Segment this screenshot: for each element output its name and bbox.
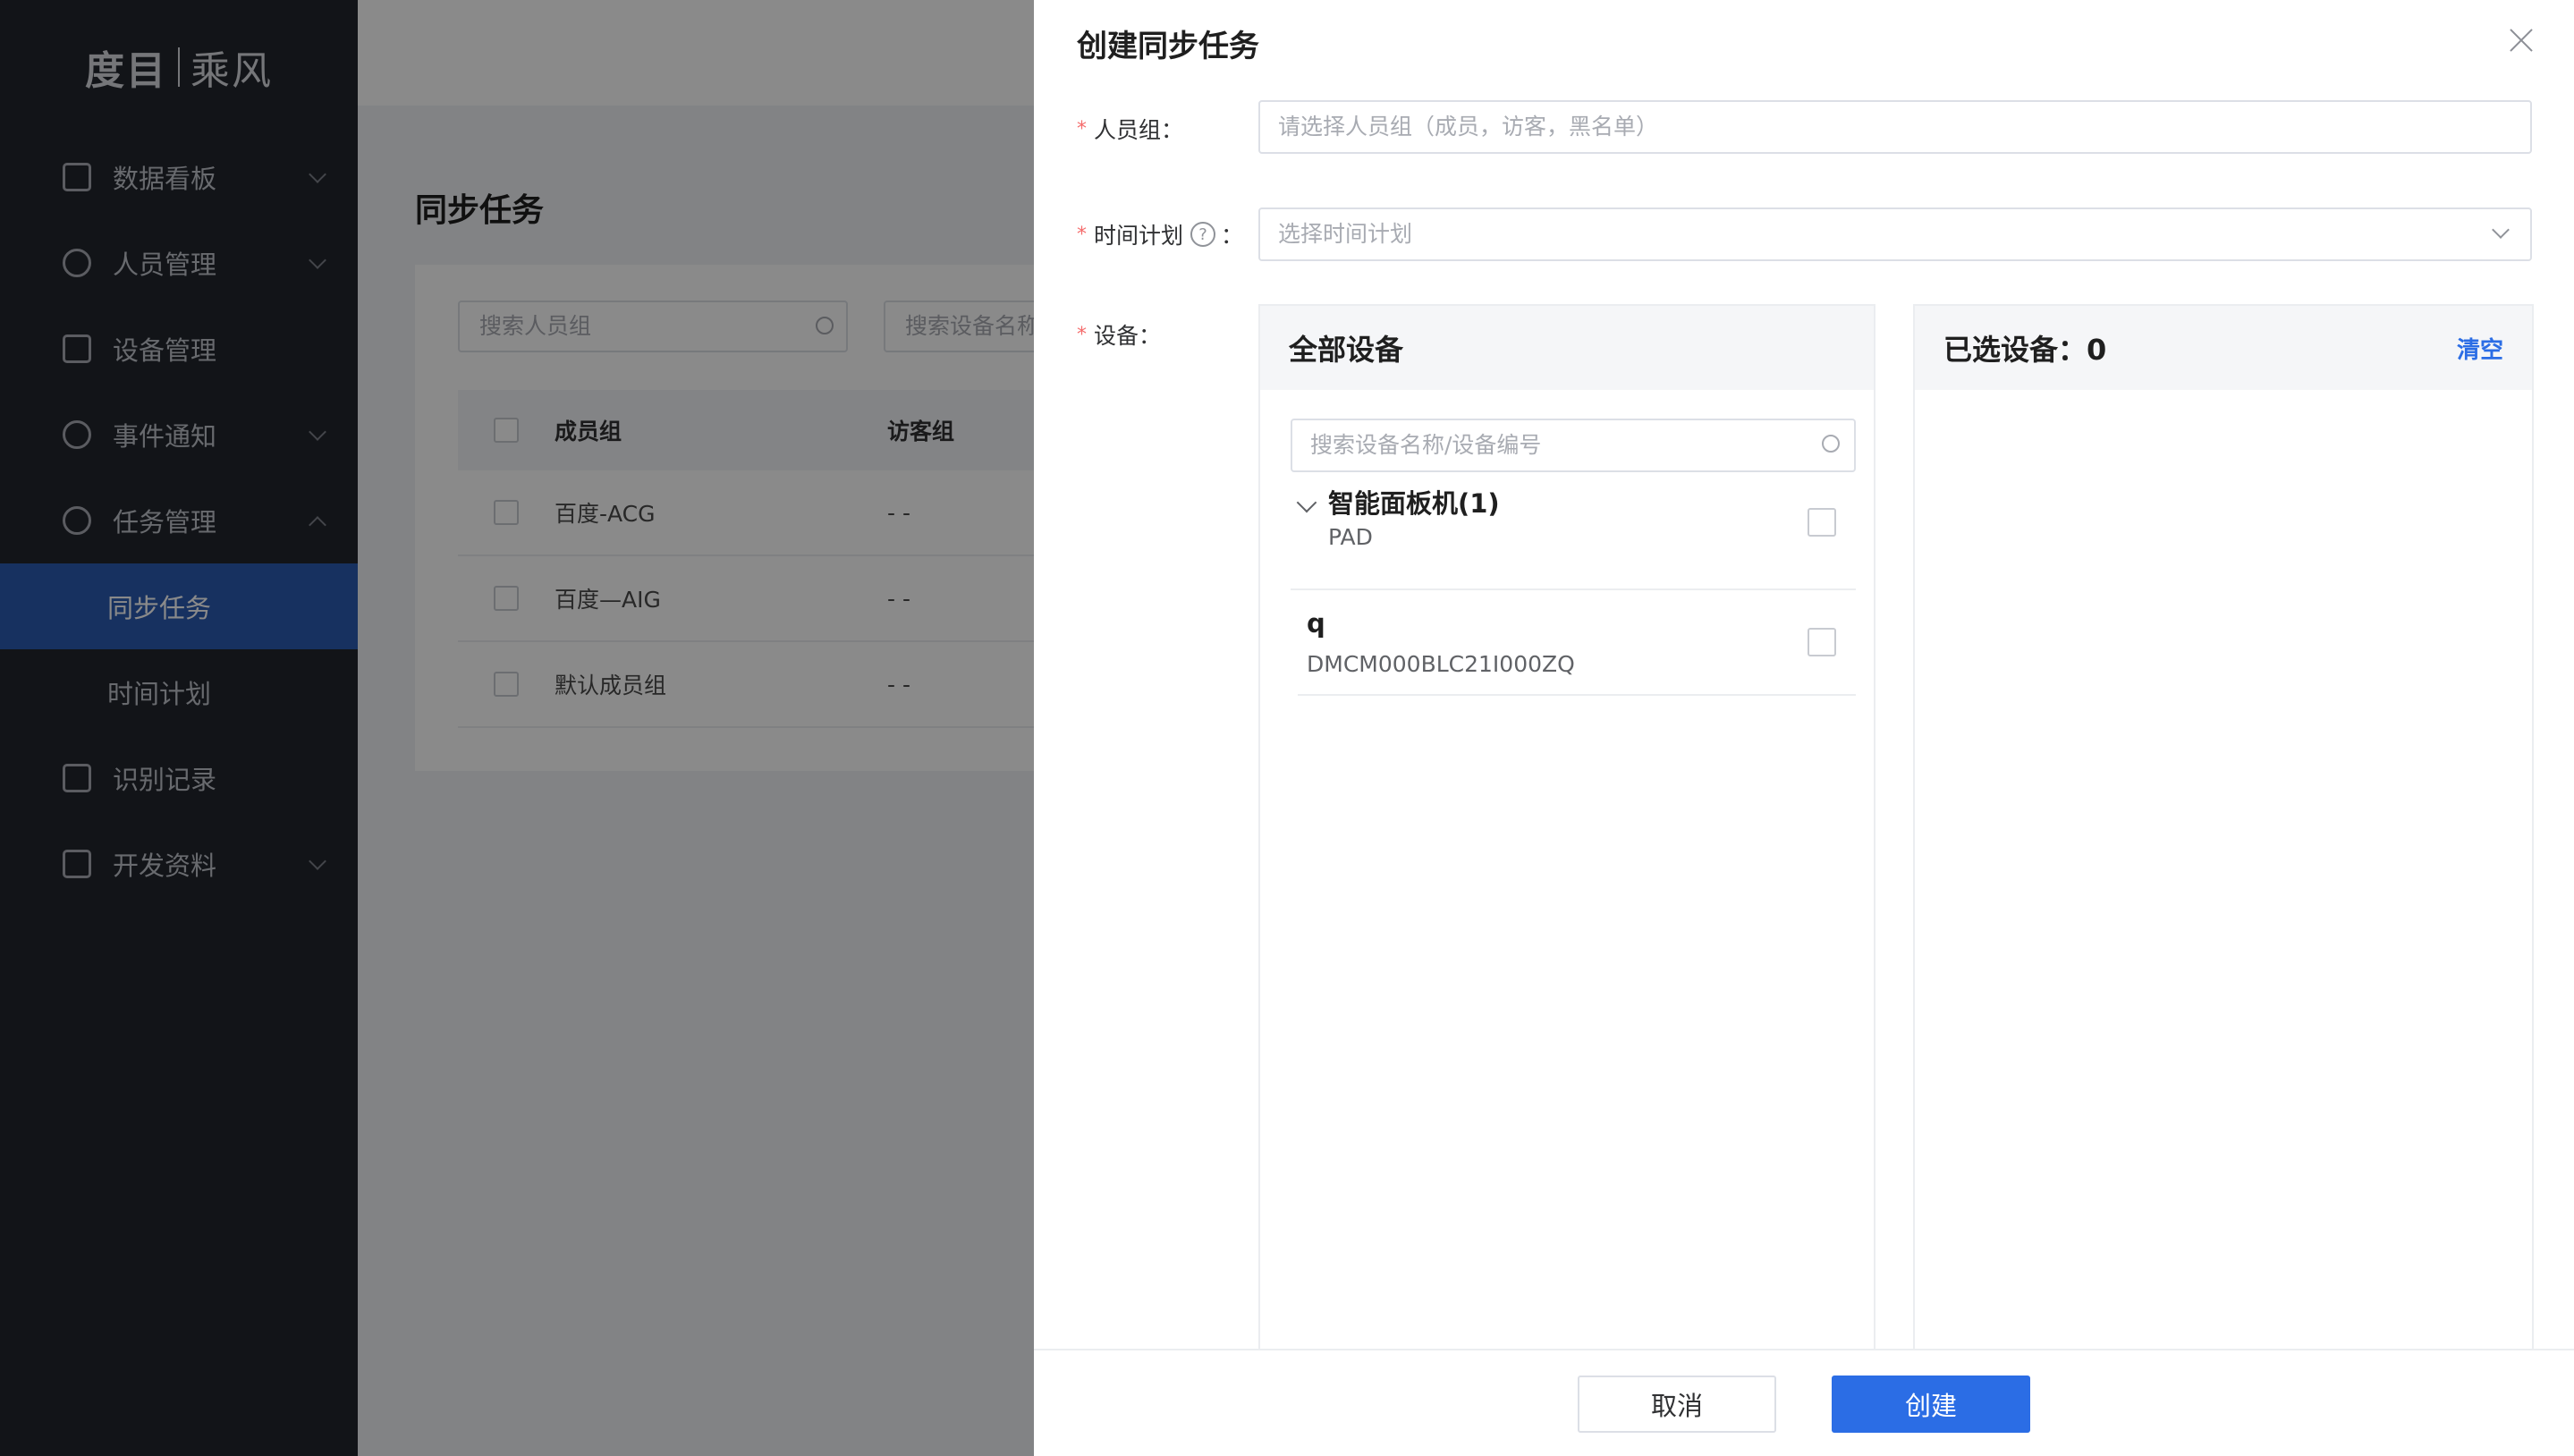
all-devices-header: 全部设备	[1260, 306, 1874, 390]
all-devices-title: 全部设备	[1289, 333, 1404, 367]
device-checkbox[interactable]	[1808, 628, 1836, 656]
all-devices-panel: 全部设备 搜索设备名称/设备编号 智能面板机(1) PAD q DMCM000B…	[1258, 304, 1875, 1350]
selected-devices-title: 已选设备：0	[1943, 333, 2107, 367]
person-group-placeholder: 请选择人员组（成员，访客，黑名单）	[1278, 114, 1659, 140]
close-icon[interactable]	[2506, 25, 2536, 55]
time-plan-label-text: 时间计划	[1094, 223, 1184, 249]
device-code: DMCM000BLC21I000ZQ	[1307, 651, 1575, 677]
person-group-label: * 人员组：	[1077, 113, 1183, 145]
device-group-checkbox[interactable]	[1808, 508, 1836, 537]
person-group-select[interactable]: 请选择人员组（成员，访客，黑名单）	[1258, 100, 2532, 154]
device-tree-group[interactable]: 智能面板机(1) PAD	[1291, 483, 1856, 590]
create-sync-task-drawer: 创建同步任务 * 人员组： 请选择人员组（成员，访客，黑名单） * 时间计划 ?…	[1034, 0, 2574, 1456]
device-search-input[interactable]: 搜索设备名称/设备编号	[1291, 419, 1856, 472]
chevron-down-icon[interactable]	[1296, 492, 1317, 513]
clear-button[interactable]: 清空	[2457, 332, 2503, 365]
time-plan-placeholder: 选择时间计划	[1278, 221, 1413, 247]
device-group-name: 智能面板机(1)	[1328, 488, 1500, 519]
time-plan-colon: ：	[1221, 223, 1244, 249]
create-button[interactable]: 创建	[1832, 1376, 2030, 1433]
person-group-label-text: 人员组：	[1094, 117, 1184, 143]
selected-devices-header: 已选设备：0 清空	[1915, 306, 2532, 390]
help-icon[interactable]: ?	[1190, 222, 1216, 247]
time-plan-select[interactable]: 选择时间计划	[1258, 207, 2532, 261]
device-name: q	[1307, 608, 1325, 639]
chevron-down-icon	[2492, 221, 2510, 239]
required-mark: *	[1077, 323, 1087, 346]
search-icon	[1822, 435, 1840, 453]
selected-devices-panel: 已选设备：0 清空	[1913, 304, 2534, 1350]
device-group-code: PAD	[1328, 524, 1373, 550]
drawer-title: 创建同步任务	[1077, 29, 1259, 64]
device-tree-item[interactable]: q DMCM000BLC21I000ZQ	[1298, 590, 1856, 696]
required-mark: *	[1077, 223, 1087, 246]
required-mark: *	[1077, 117, 1087, 140]
cancel-button[interactable]: 取消	[1578, 1376, 1776, 1433]
time-plan-label: * 时间计划 ? ：	[1077, 218, 1243, 250]
device-search-placeholder: 搜索设备名称/设备编号	[1310, 432, 1542, 458]
device-label: * 设备：	[1077, 318, 1161, 351]
device-label-text: 设备：	[1094, 323, 1162, 349]
drawer-footer: 取消 创建	[1034, 1349, 2574, 1456]
